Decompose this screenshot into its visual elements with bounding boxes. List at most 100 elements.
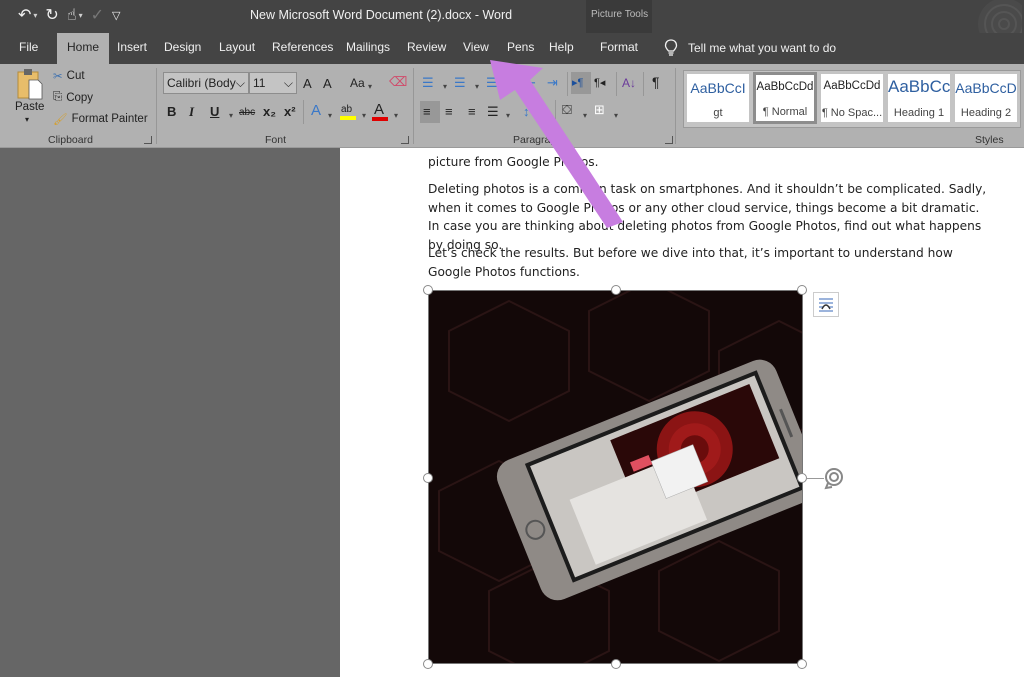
rtl-button[interactable]: ¶◂ (594, 75, 605, 91)
line-spacing-dropdown[interactable]: ▾ (506, 108, 510, 124)
redo-button[interactable]: ↻ (45, 6, 58, 26)
underline-button[interactable]: U (210, 104, 219, 120)
picture-tools-label: Picture Tools (591, 9, 649, 20)
bullets-dropdown[interactable]: ▾ (443, 79, 447, 95)
tab-format[interactable]: Format (600, 33, 638, 62)
numbering-dropdown[interactable]: ▾ (475, 79, 479, 95)
style-sample: AaBbCcDd (756, 81, 814, 93)
ltr-button[interactable]: ▸¶ (571, 72, 591, 94)
selected-picture[interactable] (428, 290, 803, 664)
undo-icon: ↶ (18, 7, 32, 24)
strikethrough-button[interactable]: abc (239, 105, 255, 121)
font-color-dropdown[interactable]: ▾ (394, 108, 398, 124)
text-effects-button[interactable]: A (311, 103, 321, 119)
text-effects-dropdown[interactable]: ▾ (328, 108, 332, 124)
change-case-dropdown[interactable]: ▾ (368, 79, 372, 95)
bullets-icon[interactable]: ☰ (422, 75, 434, 91)
tab-review[interactable]: Review (407, 33, 446, 62)
tab-mailings[interactable]: Mailings (346, 33, 390, 62)
tab-file[interactable]: File (19, 33, 38, 62)
numbering-icon[interactable]: ☰ (454, 75, 466, 91)
tab-view[interactable]: View (463, 33, 489, 62)
line-spacing-icon[interactable]: ↕ (523, 104, 530, 120)
tab-design[interactable]: Design (164, 33, 201, 62)
resize-handle-top-right[interactable] (797, 285, 807, 295)
grow-font-button[interactable]: A (303, 76, 312, 92)
paste-button[interactable]: Paste (15, 101, 44, 113)
format-painter-button[interactable]: 🖌 Format Painter (53, 112, 148, 126)
title-bar: ↶ ▾ ↻ ☝ ▾ ✓ ▽ New Microsoft Word Document … (0, 0, 1024, 33)
font-name-value: Calibri (Body (167, 76, 236, 90)
tab-pens[interactable]: Pens (507, 33, 534, 62)
style-name: ¶ Normal (762, 106, 808, 118)
align-left-button[interactable]: ≡ (420, 101, 440, 123)
undo-button[interactable]: ↶ ▾ (18, 6, 37, 26)
resize-handle-left[interactable] (423, 473, 433, 483)
resize-handle-bottom-left[interactable] (423, 659, 433, 669)
resize-handle-bottom-right[interactable] (797, 659, 807, 669)
styles-group-label: Styles (975, 134, 1004, 146)
customize-qat-button[interactable]: ▽ (112, 6, 120, 26)
font-name-combo[interactable]: Calibri (Body ⌵ (163, 72, 249, 94)
cut-button[interactable]: ✂ Cut (53, 69, 85, 83)
shrink-font-button[interactable]: A (323, 76, 332, 92)
style-name: ¶ No Spac... (821, 107, 883, 119)
layout-options-icon (819, 298, 833, 312)
superscript-button[interactable]: x² (284, 104, 296, 120)
borders-icon[interactable]: ⊞ (594, 102, 605, 118)
font-size-combo[interactable]: 11 ⌵ (249, 72, 297, 94)
style-heading-2[interactable]: AaBbCcD Heading 2 (955, 74, 1017, 122)
subscript-button[interactable]: x₂ (263, 104, 276, 120)
touch-mode-button[interactable]: ☝ ▾ (67, 6, 83, 26)
change-case-button[interactable]: Aa (350, 75, 365, 91)
justify-button[interactable]: ☰ (487, 104, 499, 120)
document-paragraph[interactable]: Let’s check the results. But before we d… (428, 244, 988, 281)
layout-options-button[interactable] (813, 292, 839, 317)
document-paragraph[interactable]: picture from Google Photos. (428, 153, 988, 172)
paste-dropdown[interactable]: ▾ (25, 115, 29, 124)
chevron-down-icon: ⌵ (235, 75, 245, 90)
font-color-button[interactable]: A (374, 102, 384, 118)
italic-button[interactable]: I (189, 104, 194, 120)
copy-button[interactable]: ⎘ Copy (53, 91, 93, 104)
style-heading-1[interactable]: AaBbCc Heading 1 (888, 74, 950, 122)
copy-label: Copy (66, 91, 94, 104)
tab-insert[interactable]: Insert (117, 33, 147, 62)
spelling-button[interactable]: ✓ (91, 6, 104, 26)
rotate-handle-icon[interactable] (823, 466, 845, 490)
undo-dropdown-icon[interactable]: ▾ (33, 6, 37, 26)
align-center-button[interactable]: ≡ (445, 104, 453, 120)
touch-mode-icon: ☝ (66, 7, 77, 24)
show-marks-button[interactable]: ¶ (652, 74, 660, 90)
style-no-spacing[interactable]: AaBbCcDd ¶ No Spac... (821, 74, 883, 122)
shading-icon[interactable]: ⛋ (562, 102, 572, 118)
document-paragraph[interactable]: Deleting photos is a common task on smar… (428, 180, 988, 254)
underline-dropdown[interactable]: ▾ (229, 108, 233, 124)
borders-dropdown[interactable]: ▾ (614, 108, 618, 124)
clipboard-dialog-launcher[interactable] (144, 136, 152, 144)
shading-dropdown[interactable]: ▾ (583, 108, 587, 124)
clipboard-group-label: Clipboard (48, 134, 93, 146)
styles-gallery: AaBbCcI gt AaBbCcDd ¶ Normal AaBbCcDd ¶ … (683, 70, 1021, 128)
decrease-indent-icon[interactable]: ⇤ (525, 75, 536, 91)
style-gt[interactable]: AaBbCcI gt (687, 74, 749, 122)
resize-handle-top-left[interactable] (423, 285, 433, 295)
tell-me-search[interactable]: Tell me what you want to do (664, 39, 836, 57)
increase-indent-icon[interactable]: ⇥ (547, 75, 558, 91)
touch-dropdown-icon[interactable]: ▾ (79, 6, 83, 26)
tab-references[interactable]: References (272, 33, 333, 62)
bold-button[interactable]: B (167, 104, 176, 120)
multilevel-list-icon[interactable]: ☰ (486, 75, 498, 91)
clear-formatting-icon[interactable]: ⌫ (389, 74, 407, 90)
resize-handle-top[interactable] (611, 285, 621, 295)
style-normal[interactable]: AaBbCcDd ¶ Normal (753, 72, 817, 124)
tab-home[interactable]: Home (57, 33, 110, 64)
sort-button[interactable]: A↓ (622, 75, 636, 91)
font-dialog-launcher[interactable] (401, 136, 409, 144)
tab-layout[interactable]: Layout (219, 33, 255, 62)
align-right-button[interactable]: ≡ (468, 104, 476, 120)
highlight-dropdown[interactable]: ▾ (362, 108, 366, 124)
paragraph-dialog-launcher[interactable] (665, 136, 673, 144)
resize-handle-bottom[interactable] (611, 659, 621, 669)
tab-help[interactable]: Help (549, 33, 574, 62)
